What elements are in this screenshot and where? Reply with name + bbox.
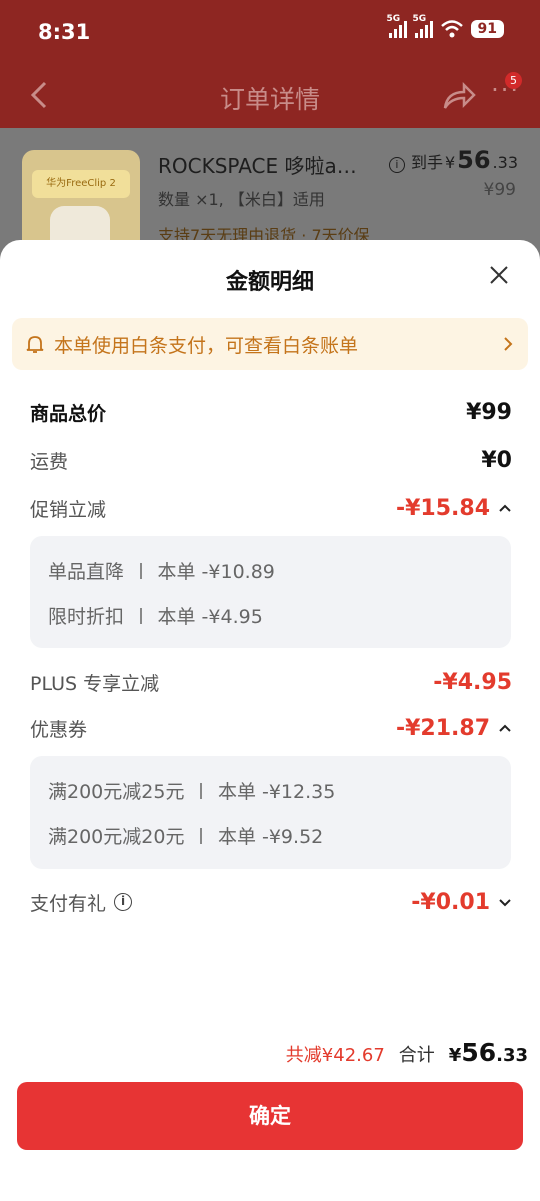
status-icons: 5G 5G 91 xyxy=(387,14,504,38)
network-type-label-2: 5G xyxy=(412,14,427,24)
chevron-down-icon[interactable] xyxy=(498,897,512,907)
battery-indicator: 91 xyxy=(470,20,504,38)
coupon-detail-name: 满200元减20元 xyxy=(48,826,185,848)
price-integer: 56 xyxy=(457,146,491,174)
status-time: 8:31 xyxy=(38,20,91,44)
info-icon[interactable]: i xyxy=(114,893,133,911)
wifi-icon xyxy=(440,20,463,38)
row-payment-gift[interactable]: 支付有礼 i -¥0.01 xyxy=(30,887,512,917)
shipping-label: 运费 xyxy=(30,450,69,473)
shipping-value: ¥0 xyxy=(481,447,512,473)
promo-value: -¥15.84 xyxy=(396,496,512,521)
chevron-up-icon[interactable] xyxy=(498,503,512,513)
total-label: 合计 xyxy=(398,1045,435,1066)
row-coupon-discount[interactable]: 优惠券 -¥21.87 xyxy=(30,713,512,743)
row-plus-discount: PLUS 专享立减 -¥4.95 xyxy=(30,667,512,697)
order-summary: 共减¥42.67 合计 ¥56.33 xyxy=(286,1038,528,1067)
navbar: 订单详情 ··· 5 xyxy=(0,66,540,128)
network-type-label: 5G xyxy=(386,14,401,24)
product-title: ROCKSPACE 哆啦a… xyxy=(158,154,357,178)
divider xyxy=(200,782,202,799)
promo-detail-name: 单品直降 xyxy=(48,561,125,583)
bell-icon xyxy=(26,336,44,353)
total-saved: 共减¥42.67 xyxy=(285,1045,385,1066)
cellular-signal-icon-2: 5G xyxy=(413,14,433,38)
coupon-detail-line: 满200元减25元 本单 -¥12.35 xyxy=(48,768,493,813)
product-final-price: i 到手 ¥ 56 .33 xyxy=(388,146,518,174)
notification-badge: 5 xyxy=(505,72,522,89)
coupon-amount: -¥21.87 xyxy=(395,715,490,741)
promo-detail-amount: 本单 -¥4.95 xyxy=(157,606,263,628)
notice-text: 本单使用白条支付，可查看白条账单 xyxy=(54,334,359,357)
chevron-up-icon[interactable] xyxy=(498,723,512,733)
product-image-banner: 华为FreeClip 2 xyxy=(32,170,130,198)
baitiao-notice-banner[interactable]: 本单使用白条支付，可查看白条账单 xyxy=(12,318,528,370)
divider xyxy=(200,827,202,844)
original-price: ¥99 xyxy=(483,180,516,200)
promo-detail-line: 单品直降 本单 -¥10.89 xyxy=(48,548,493,593)
divider xyxy=(140,562,142,579)
promo-detail-line: 限时折扣 本单 -¥4.95 xyxy=(48,593,493,638)
share-icon[interactable] xyxy=(442,80,476,112)
total-integer: 56 xyxy=(461,1038,497,1067)
promo-label: 促销立减 xyxy=(30,498,107,521)
coupon-detail-line: 满200元减20元 本单 -¥9.52 xyxy=(48,813,493,858)
row-promo-discount[interactable]: 促销立减 -¥15.84 xyxy=(30,493,512,523)
chevron-right-icon xyxy=(504,337,513,351)
goods-total-label: 商品总价 xyxy=(30,402,107,425)
total-currency: ¥ xyxy=(448,1045,462,1066)
promo-detail-name: 限时折扣 xyxy=(48,606,125,628)
coupon-value: -¥21.87 xyxy=(396,716,512,741)
promo-detail-box: 单品直降 本单 -¥10.89 限时折扣 本单 -¥4.95 xyxy=(30,536,511,648)
price-prefix: 到手 xyxy=(410,153,443,172)
row-shipping: 运费 ¥0 xyxy=(30,445,512,475)
plus-value: -¥4.95 xyxy=(433,669,512,695)
payment-gift-label-wrap: 支付有礼 i xyxy=(30,889,133,916)
confirm-button[interactable]: 确定 xyxy=(17,1082,523,1150)
payment-gift-value: -¥0.01 xyxy=(411,890,512,915)
coupon-label: 优惠券 xyxy=(30,718,88,741)
close-icon[interactable] xyxy=(488,264,510,286)
coupon-detail-amount: 本单 -¥12.35 xyxy=(217,781,336,803)
price-currency: ¥ xyxy=(444,153,456,172)
payment-gift-amount: -¥0.01 xyxy=(411,889,490,915)
product-spec: 数量 ×1, 【米白】适用 xyxy=(158,190,325,209)
divider xyxy=(140,607,142,624)
price-decimal: .33 xyxy=(492,153,518,172)
payment-gift-label: 支付有礼 xyxy=(30,892,107,915)
sheet-title: 金额明细 xyxy=(225,270,314,295)
promo-detail-amount: 本单 -¥10.89 xyxy=(157,561,275,583)
coupon-detail-box: 满200元减25元 本单 -¥12.35 满200元减20元 本单 -¥9.52 xyxy=(30,756,511,869)
cellular-signal-icon: 5G xyxy=(387,14,407,38)
info-icon: i xyxy=(388,157,405,173)
plus-label: PLUS 专享立减 xyxy=(30,672,160,695)
promo-amount: -¥15.84 xyxy=(395,495,490,521)
coupon-detail-name: 满200元减25元 xyxy=(48,781,185,803)
coupon-detail-amount: 本单 -¥9.52 xyxy=(217,826,324,848)
amount-detail-sheet: 金额明细 本单使用白条支付，可查看白条账单 商品总价 ¥99 运费 ¥0 促销立… xyxy=(0,240,540,1201)
total-amount: ¥56.33 xyxy=(449,1038,528,1067)
row-goods-total: 商品总价 ¥99 xyxy=(30,397,512,427)
goods-total-value: ¥99 xyxy=(466,399,512,425)
total-decimal: .33 xyxy=(496,1045,528,1066)
status-bar: 8:31 5G 5G 91 xyxy=(0,0,540,66)
